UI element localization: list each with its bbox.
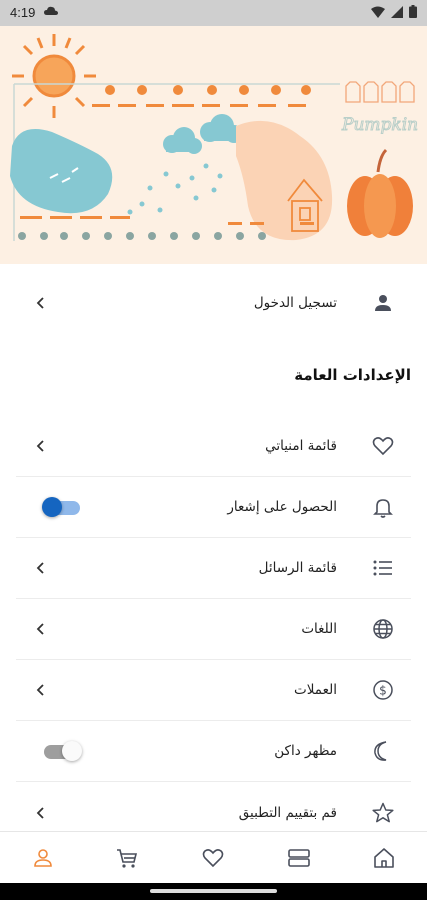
- chevron-left-icon: [36, 562, 44, 574]
- chevron-left-icon: [36, 684, 44, 696]
- app-screen: 4:19 Pumpkin تسجيل الدخول الإعدادات العا…: [0, 0, 427, 900]
- svg-text:$: $: [379, 684, 387, 698]
- home-icon[interactable]: [372, 846, 396, 870]
- setting-label: مظهر داكن: [274, 743, 337, 759]
- dollar-icon: $: [373, 680, 393, 700]
- setting-notifications: الحصول على إشعار: [16, 477, 411, 538]
- chevron-left-icon: [36, 440, 44, 452]
- setting-label: قائمة الرسائل: [258, 560, 337, 576]
- status-time: 4:19: [10, 5, 36, 20]
- banner-illustration: Pumpkin: [0, 26, 427, 264]
- wifi-icon: [371, 6, 385, 18]
- battery-icon: [409, 5, 417, 18]
- bell-icon: [373, 499, 393, 518]
- person-icon: [375, 295, 391, 311]
- cart-icon[interactable]: [115, 846, 139, 870]
- heart-icon: [372, 437, 394, 456]
- heart-icon[interactable]: [201, 846, 225, 870]
- login-label: تسجيل الدخول: [253, 295, 337, 311]
- notifications-toggle[interactable]: [42, 497, 82, 517]
- chevron-left-icon: [36, 297, 44, 309]
- list-icon: [373, 560, 392, 576]
- categories-icon[interactable]: [287, 846, 311, 870]
- setting-messages[interactable]: قائمة الرسائل: [16, 538, 411, 599]
- home-indicator[interactable]: [150, 889, 277, 893]
- signal-icon: [391, 5, 403, 18]
- status-bar: 4:19: [0, 0, 427, 26]
- chevron-left-icon: [36, 623, 44, 635]
- setting-label: قائمة امنياتي: [265, 438, 337, 454]
- setting-label: قم بتقييم التطبيق: [238, 804, 337, 821]
- banner-art: Pumpkin: [10, 34, 419, 241]
- setting-label: اللغات: [301, 621, 337, 637]
- chevron-left-icon: [36, 806, 44, 819]
- setting-wishlist[interactable]: قائمة امنياتي: [16, 416, 411, 477]
- account-icon[interactable]: [31, 846, 55, 870]
- setting-dark-mode: مظهر داكن: [16, 721, 411, 782]
- dark-mode-toggle[interactable]: [44, 741, 82, 761]
- setting-label: العملات: [294, 682, 337, 698]
- cloud-icon: [44, 6, 58, 15]
- pumpkin-text: Pumpkin: [341, 115, 418, 135]
- setting-languages[interactable]: اللغات: [16, 599, 411, 660]
- setting-label: الحصول على إشعار: [227, 499, 337, 515]
- setting-currencies[interactable]: العملات $: [16, 660, 411, 721]
- globe-icon: [373, 619, 393, 639]
- section-title: الإعدادات العامة: [294, 366, 411, 384]
- sun-icon: [12, 34, 96, 118]
- moon-icon: [374, 741, 387, 761]
- settings-list: قائمة امنياتي الحصول على إشعار قائمة الر…: [16, 416, 411, 843]
- login-row[interactable]: تسجيل الدخول: [16, 272, 411, 334]
- gesture-bar: [0, 883, 427, 900]
- bottom-navigation: [0, 831, 427, 883]
- star-icon: [372, 802, 394, 822]
